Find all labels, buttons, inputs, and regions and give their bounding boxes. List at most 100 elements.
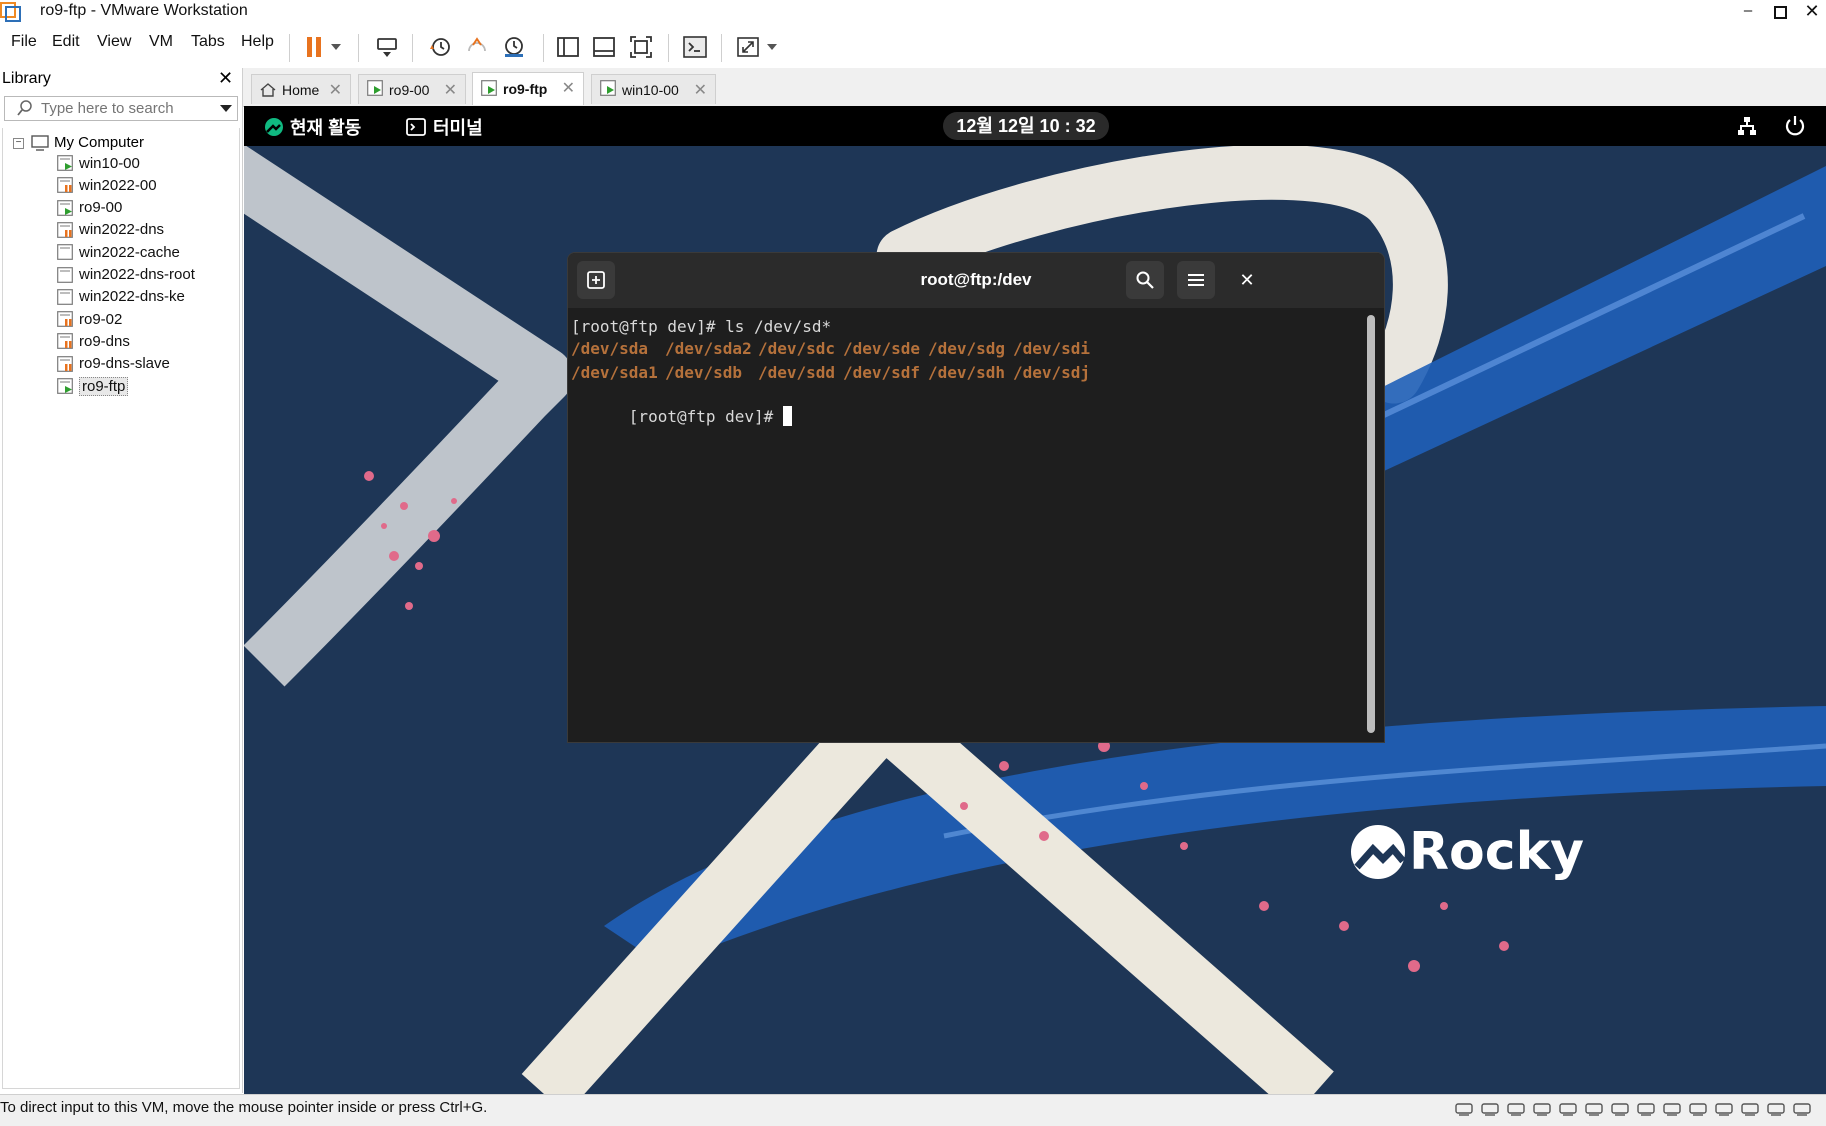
network-status-button[interactable] — [1737, 116, 1757, 141]
virtual-device-icon[interactable] — [1766, 1100, 1786, 1120]
tree-item-label: ro9-02 — [79, 310, 123, 328]
terminal-app-icon — [406, 118, 426, 136]
full-screen-button[interactable] — [626, 32, 656, 62]
vm-off-icon — [57, 244, 73, 261]
device-file-entry: /dev/sda1 — [571, 363, 658, 382]
menu-file[interactable]: File — [11, 33, 37, 51]
virtual-device-icon[interactable] — [1792, 1100, 1812, 1120]
device-file-entry: /dev/sdg — [928, 339, 1006, 358]
terminal-prompt-line[interactable]: [root@ftp dev]# — [571, 387, 792, 445]
stretch-dropdown-button[interactable] — [762, 32, 782, 62]
tree-item-label: win2022-00 — [79, 176, 157, 194]
tree-item-vm[interactable]: win2022-dns — [57, 219, 164, 241]
clock-button[interactable]: 12월 12일 10 : 32 — [943, 112, 1109, 140]
virtual-device-icon[interactable] — [1610, 1100, 1630, 1120]
rocky-logo-text: Rocky — [1409, 822, 1585, 882]
toolbar-separator — [668, 34, 669, 62]
power-dropdown-button[interactable] — [326, 32, 346, 62]
terminal-search-button[interactable] — [1126, 261, 1164, 299]
vm-running-icon — [600, 80, 616, 99]
tab-label: Home — [282, 81, 320, 98]
tab-close-icon[interactable]: ✕ — [694, 80, 707, 100]
tab-close-icon[interactable]: ✕ — [329, 80, 342, 100]
tree-item-vm[interactable]: ro9-ftp — [57, 375, 129, 397]
terminal-scrollbar[interactable] — [1367, 315, 1375, 733]
library-search-input[interactable] — [41, 98, 211, 118]
search-icon — [17, 100, 32, 116]
close-window-button[interactable]: ✕ — [1796, 0, 1826, 26]
tree-item-vm[interactable]: ro9-dns — [57, 330, 130, 352]
snapshot-button[interactable] — [425, 32, 455, 62]
power-menu-button[interactable] — [1784, 115, 1806, 142]
snapshot-manager-button[interactable] — [499, 32, 529, 62]
tab-win10-00[interactable]: win10-00 ✕ — [591, 74, 716, 104]
search-dropdown-icon[interactable] — [220, 105, 232, 112]
activities-label: 현재 활동 — [290, 118, 362, 138]
virtual-device-icon[interactable] — [1636, 1100, 1656, 1120]
vm-running-icon — [481, 79, 497, 99]
device-file-entry: /dev/sdb — [665, 363, 743, 382]
device-list-row: /dev/sda/dev/sda2/dev/sdc/dev/sde/dev/sd… — [571, 339, 1371, 359]
library-search-box[interactable] — [4, 96, 238, 121]
terminal-command-line: [root@ftp dev]# ls /dev/sd* — [571, 317, 832, 336]
stretch-guest-button[interactable] — [733, 32, 763, 62]
tree-item-label: ro9-ftp — [79, 376, 129, 396]
virtual-device-icon[interactable] — [1532, 1100, 1552, 1120]
thumbnail-bar-button[interactable] — [589, 32, 619, 62]
tab-close-icon[interactable]: ✕ — [444, 80, 457, 100]
activities-button[interactable]: 현재 활동 — [264, 114, 361, 140]
revert-snapshot-button[interactable] — [462, 32, 492, 62]
maximize-button[interactable] — [1764, 0, 1796, 26]
tree-item-vm[interactable]: win10-00 — [57, 152, 140, 174]
tree-collapse-toggle[interactable]: − — [13, 138, 24, 149]
app-menu-terminal[interactable]: 터미널 — [406, 114, 483, 140]
tree-item-vm[interactable]: win2022-00 — [57, 174, 157, 196]
menu-view[interactable]: View — [97, 33, 131, 51]
menu-tabs[interactable]: Tabs — [191, 33, 225, 51]
toolbar-separator — [289, 34, 290, 62]
tree-item-vm[interactable]: win2022-dns-ke — [57, 286, 185, 308]
minimize-button[interactable]: – — [1732, 0, 1764, 26]
tree-item-label: ro9-00 — [79, 199, 123, 217]
tab-ro9-00[interactable]: ro9-00 ✕ — [358, 74, 466, 104]
tab-ro9-ftp[interactable]: ro9-ftp ✕ — [472, 72, 584, 105]
virtual-device-icon[interactable] — [1688, 1100, 1708, 1120]
tree-item-vm[interactable]: ro9-00 — [57, 197, 122, 219]
power-icon — [1785, 116, 1805, 136]
tree-item-vm[interactable]: win2022-cache — [57, 241, 180, 263]
show-library-button[interactable] — [553, 32, 583, 62]
send-ctrl-alt-del-button[interactable] — [372, 32, 402, 62]
vm-running-icon — [367, 80, 383, 99]
virtual-device-icon[interactable] — [1740, 1100, 1760, 1120]
virtual-device-icon[interactable] — [1662, 1100, 1682, 1120]
tree-root-label: My Computer — [54, 134, 145, 151]
tree-root-my-computer[interactable]: My Computer — [31, 134, 144, 151]
toolbar-separator — [358, 34, 359, 62]
virtual-device-icon[interactable] — [1454, 1100, 1474, 1120]
tree-item-vm[interactable]: win2022-dns-root — [57, 264, 195, 286]
tree-item-label: win2022-dns-root — [79, 266, 195, 283]
pause-button[interactable] — [299, 32, 329, 62]
virtual-device-icon[interactable] — [1506, 1100, 1526, 1120]
tree-item-vm[interactable]: ro9-dns-slave — [57, 353, 170, 375]
rocky-logo: Rocky — [1349, 822, 1584, 882]
terminal-window[interactable]: root@ftp:/dev ✕ [root@ftp dev]# ls /dev/… — [567, 252, 1385, 743]
tab-label: ro9-00 — [389, 81, 430, 98]
terminal-close-button[interactable]: ✕ — [1228, 261, 1266, 299]
menu-help[interactable]: Help — [241, 33, 274, 51]
console-view-button[interactable] — [680, 32, 710, 62]
menu-vm[interactable]: VM — [149, 33, 173, 51]
virtual-device-icon[interactable] — [1714, 1100, 1734, 1120]
virtual-device-icon[interactable] — [1480, 1100, 1500, 1120]
library-close-button[interactable]: ✕ — [218, 68, 233, 89]
virtual-device-icon[interactable] — [1558, 1100, 1578, 1120]
tab-close-icon[interactable]: ✕ — [562, 78, 575, 98]
vm-console-screen[interactable]: Rocky 현재 활동 터미널 12월 12일 10 : 32 root@ftp… — [244, 106, 1826, 1094]
tree-item-label: ro9-dns-slave — [79, 355, 170, 373]
menu-edit[interactable]: Edit — [52, 33, 80, 51]
terminal-menu-button[interactable] — [1177, 261, 1215, 299]
device-file-entry: /dev/sdh — [928, 363, 1006, 382]
tree-item-vm[interactable]: ro9-02 — [57, 308, 122, 330]
virtual-device-icon[interactable] — [1584, 1100, 1604, 1120]
tab-home[interactable]: Home ✕ — [251, 74, 351, 104]
